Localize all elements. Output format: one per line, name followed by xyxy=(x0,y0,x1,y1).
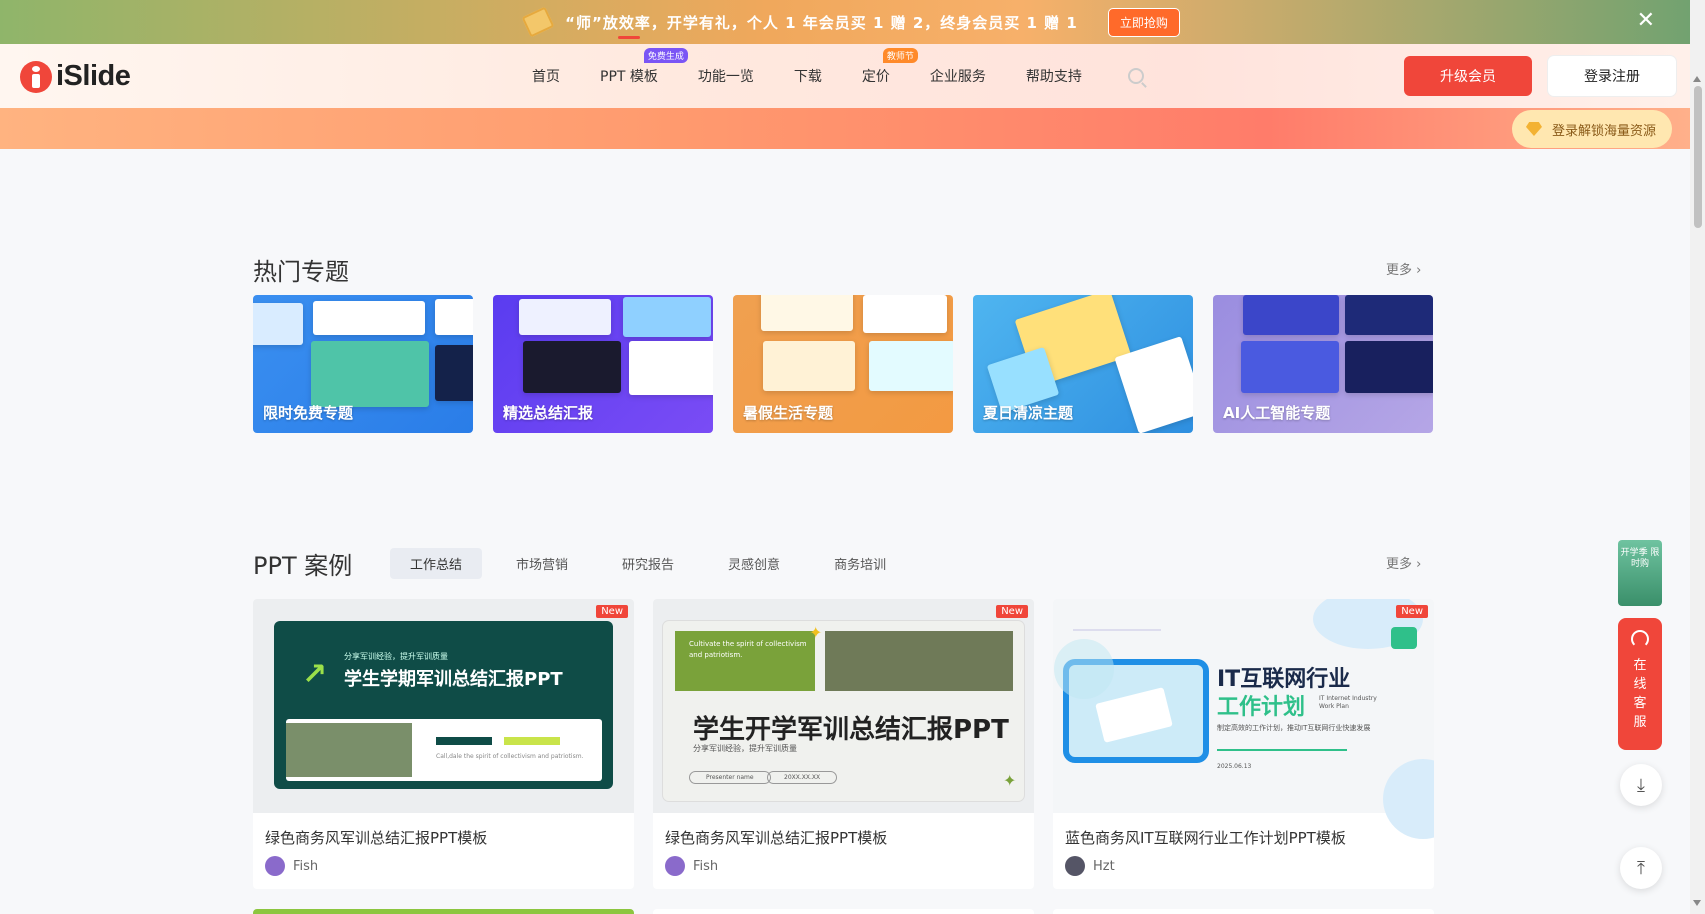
thumb-date: 2025.06.13 xyxy=(1217,763,1252,770)
topic-card[interactable]: 限时免费专题 xyxy=(253,295,473,433)
tab-research-report[interactable]: 研究报告 xyxy=(602,548,694,579)
nav-item-download[interactable]: 下载 xyxy=(794,66,822,86)
headset-icon xyxy=(1631,630,1649,648)
nav-badge-free: 免费生成 xyxy=(643,48,688,63)
template-card-peek[interactable] xyxy=(653,909,1034,914)
author-name: Fish xyxy=(293,858,319,874)
author-name: Hzt xyxy=(1093,858,1115,874)
site-header: iSlide 首页 PPT 模板 免费生成 功能一览 下载 定价 教师节 企业服… xyxy=(0,36,1690,108)
main-nav: 首页 PPT 模板 免费生成 功能一览 下载 定价 教师节 企业服务 帮助支持 xyxy=(532,36,1122,108)
promo-text: “师”放效率，开学有礼，个人 1 年会员买 1 赠 2，终身会员买 1 赠 1 xyxy=(565,13,1078,32)
gift-icon xyxy=(521,6,555,38)
scrollbar-thumb[interactable] xyxy=(1694,86,1702,228)
avatar xyxy=(665,856,685,876)
tab-work-summary[interactable]: 工作总结 xyxy=(390,548,483,579)
scroll-down-icon[interactable] xyxy=(1693,900,1701,906)
thumb-title-2: 工作计划 xyxy=(1217,695,1306,720)
hot-topics-more-link[interactable]: 更多 › xyxy=(1386,259,1421,278)
promo-cta-button[interactable]: 立即抢购 xyxy=(1107,7,1180,37)
diamond-icon xyxy=(1525,122,1542,136)
back-to-top-icon[interactable]: ⤒ xyxy=(1620,847,1662,889)
cases-more-link[interactable]: 更多 › xyxy=(1386,553,1421,572)
logo-text: iSlide xyxy=(56,60,131,92)
nav-item-home[interactable]: 首页 xyxy=(532,66,560,86)
template-author[interactable]: Fish xyxy=(665,856,718,876)
new-badge: New xyxy=(1396,605,1428,618)
thumb-english-caption: IT Internet Industry Work Plan xyxy=(1319,695,1377,710)
hero-band: 登录解锁海量资源 xyxy=(0,108,1690,149)
logo-icon xyxy=(20,60,52,93)
template-thumbnail[interactable]: ↗ 分享军训经验，提升军训质量 学生学期军训总结汇报PPT Call,dale … xyxy=(253,599,634,813)
nav-item-ppt-templates[interactable]: PPT 模板 免费生成 xyxy=(600,36,688,86)
template-card[interactable]: ↗ 分享军训经验，提升军训质量 学生学期军训总结汇报PPT Call,dale … xyxy=(253,599,634,889)
thumb-title: 学生学期军训总结汇报PPT xyxy=(344,669,563,690)
template-card-peek[interactable] xyxy=(1053,909,1434,914)
side-promo-banner[interactable]: 开学季 限时购 xyxy=(1618,540,1662,606)
scroll-up-icon[interactable] xyxy=(1693,76,1701,82)
thumb-english-caption: Cultivate the spirit of collectivism and… xyxy=(675,631,815,691)
new-badge: New xyxy=(596,605,628,618)
tab-marketing[interactable]: 市场营销 xyxy=(496,548,588,579)
thumb-subtitle: 制定高效的工作计划，推动IT互联网行业快速发展 xyxy=(1217,724,1371,732)
unlock-text: 登录解锁海量资源 xyxy=(1551,123,1656,139)
topic-label: 暑假生活专题 xyxy=(743,404,834,422)
nav-item-enterprise[interactable]: 企业服务 xyxy=(930,66,986,86)
topic-label: 精选总结汇报 xyxy=(503,404,594,422)
template-card-peek[interactable] xyxy=(253,909,634,914)
avatar xyxy=(265,856,285,876)
nav-item-pricing[interactable]: 定价 教师节 xyxy=(862,48,918,86)
nav-active-indicator xyxy=(618,36,640,39)
thumb-subtitle: 分享军训经验，提升军训质量 xyxy=(344,652,448,661)
topic-card[interactable]: 精选总结汇报 xyxy=(493,295,713,433)
support-label-char: 在 xyxy=(1633,658,1647,673)
thumb-subtitle: 分享军训经验，提升军训质量 xyxy=(693,744,797,753)
unlock-resources-pill[interactable]: 登录解锁海量资源 xyxy=(1511,110,1672,148)
online-support-button[interactable]: 在 线 客 服 xyxy=(1618,618,1662,750)
nav-item-help[interactable]: 帮助支持 xyxy=(1026,66,1082,86)
template-card[interactable]: IT互联网行业 工作计划 IT Internet Industry Work P… xyxy=(1053,599,1434,889)
topic-card[interactable]: 暑假生活专题 xyxy=(733,295,953,433)
upgrade-button[interactable]: 升级会员 xyxy=(1404,56,1532,96)
topic-card[interactable]: 夏日清凉主题 xyxy=(973,295,1193,433)
tab-business-training[interactable]: 商务培训 xyxy=(814,548,906,579)
template-card[interactable]: Cultivate the spirit of collectivism and… xyxy=(653,599,1034,889)
promo-banner: “师”放效率，开学有礼，个人 1 年会员买 1 赠 2，终身会员买 1 赠 1 … xyxy=(0,0,1705,44)
nav-badge-teachers-day: 教师节 xyxy=(882,48,918,63)
topic-label: 限时免费专题 xyxy=(263,404,354,422)
support-label-char: 服 xyxy=(1633,715,1647,730)
thumb-pill-presenter: Presenter name xyxy=(689,771,771,784)
search-icon[interactable] xyxy=(1128,68,1144,84)
topic-label: AI人工智能专题 xyxy=(1223,404,1331,422)
support-label-char: 线 xyxy=(1633,677,1647,692)
page-scrollbar[interactable] xyxy=(1690,0,1705,914)
new-badge: New xyxy=(996,605,1028,618)
login-register-button[interactable]: 登录注册 xyxy=(1548,56,1676,96)
chat-icon xyxy=(1391,627,1417,649)
author-name: Fish xyxy=(693,858,719,874)
tab-creative[interactable]: 灵感创意 xyxy=(708,548,800,579)
template-author[interactable]: Hzt xyxy=(1065,856,1115,876)
close-icon[interactable]: ✕ xyxy=(1637,10,1655,32)
template-title[interactable]: 绿色商务风军训总结汇报PPT模板 xyxy=(665,827,887,848)
template-title[interactable]: 绿色商务风军训总结汇报PPT模板 xyxy=(265,827,487,848)
template-thumbnail[interactable]: Cultivate the spirit of collectivism and… xyxy=(653,599,1034,813)
thumb-title: 学生开学军训总结汇报PPT xyxy=(693,715,1009,745)
thumb-note: Call,dale the spirit of collectivism and… xyxy=(436,753,584,760)
topic-label: 夏日清凉主题 xyxy=(983,404,1074,422)
template-thumbnail[interactable]: IT互联网行业 工作计划 IT Internet Industry Work P… xyxy=(1053,599,1434,839)
cases-title: PPT 案例 xyxy=(253,552,353,580)
cases-tabs: 工作总结 市场营销 研究报告 灵感创意 商务培训 xyxy=(390,548,920,579)
nav-item-features[interactable]: 功能一览 xyxy=(698,66,754,86)
thumb-pill-date: 20XX.XX.XX xyxy=(767,771,838,784)
template-author[interactable]: Fish xyxy=(265,856,318,876)
logo[interactable]: iSlide xyxy=(20,60,131,93)
download-icon[interactable]: ⤓ xyxy=(1620,764,1662,806)
support-label-char: 客 xyxy=(1633,696,1647,711)
avatar xyxy=(1065,856,1085,876)
template-title[interactable]: 蓝色商务风IT互联网行业工作计划PPT模板 xyxy=(1065,827,1346,848)
hot-topics-title: 热门专题 xyxy=(253,258,349,286)
topic-card[interactable]: AI人工智能专题 xyxy=(1213,295,1433,433)
